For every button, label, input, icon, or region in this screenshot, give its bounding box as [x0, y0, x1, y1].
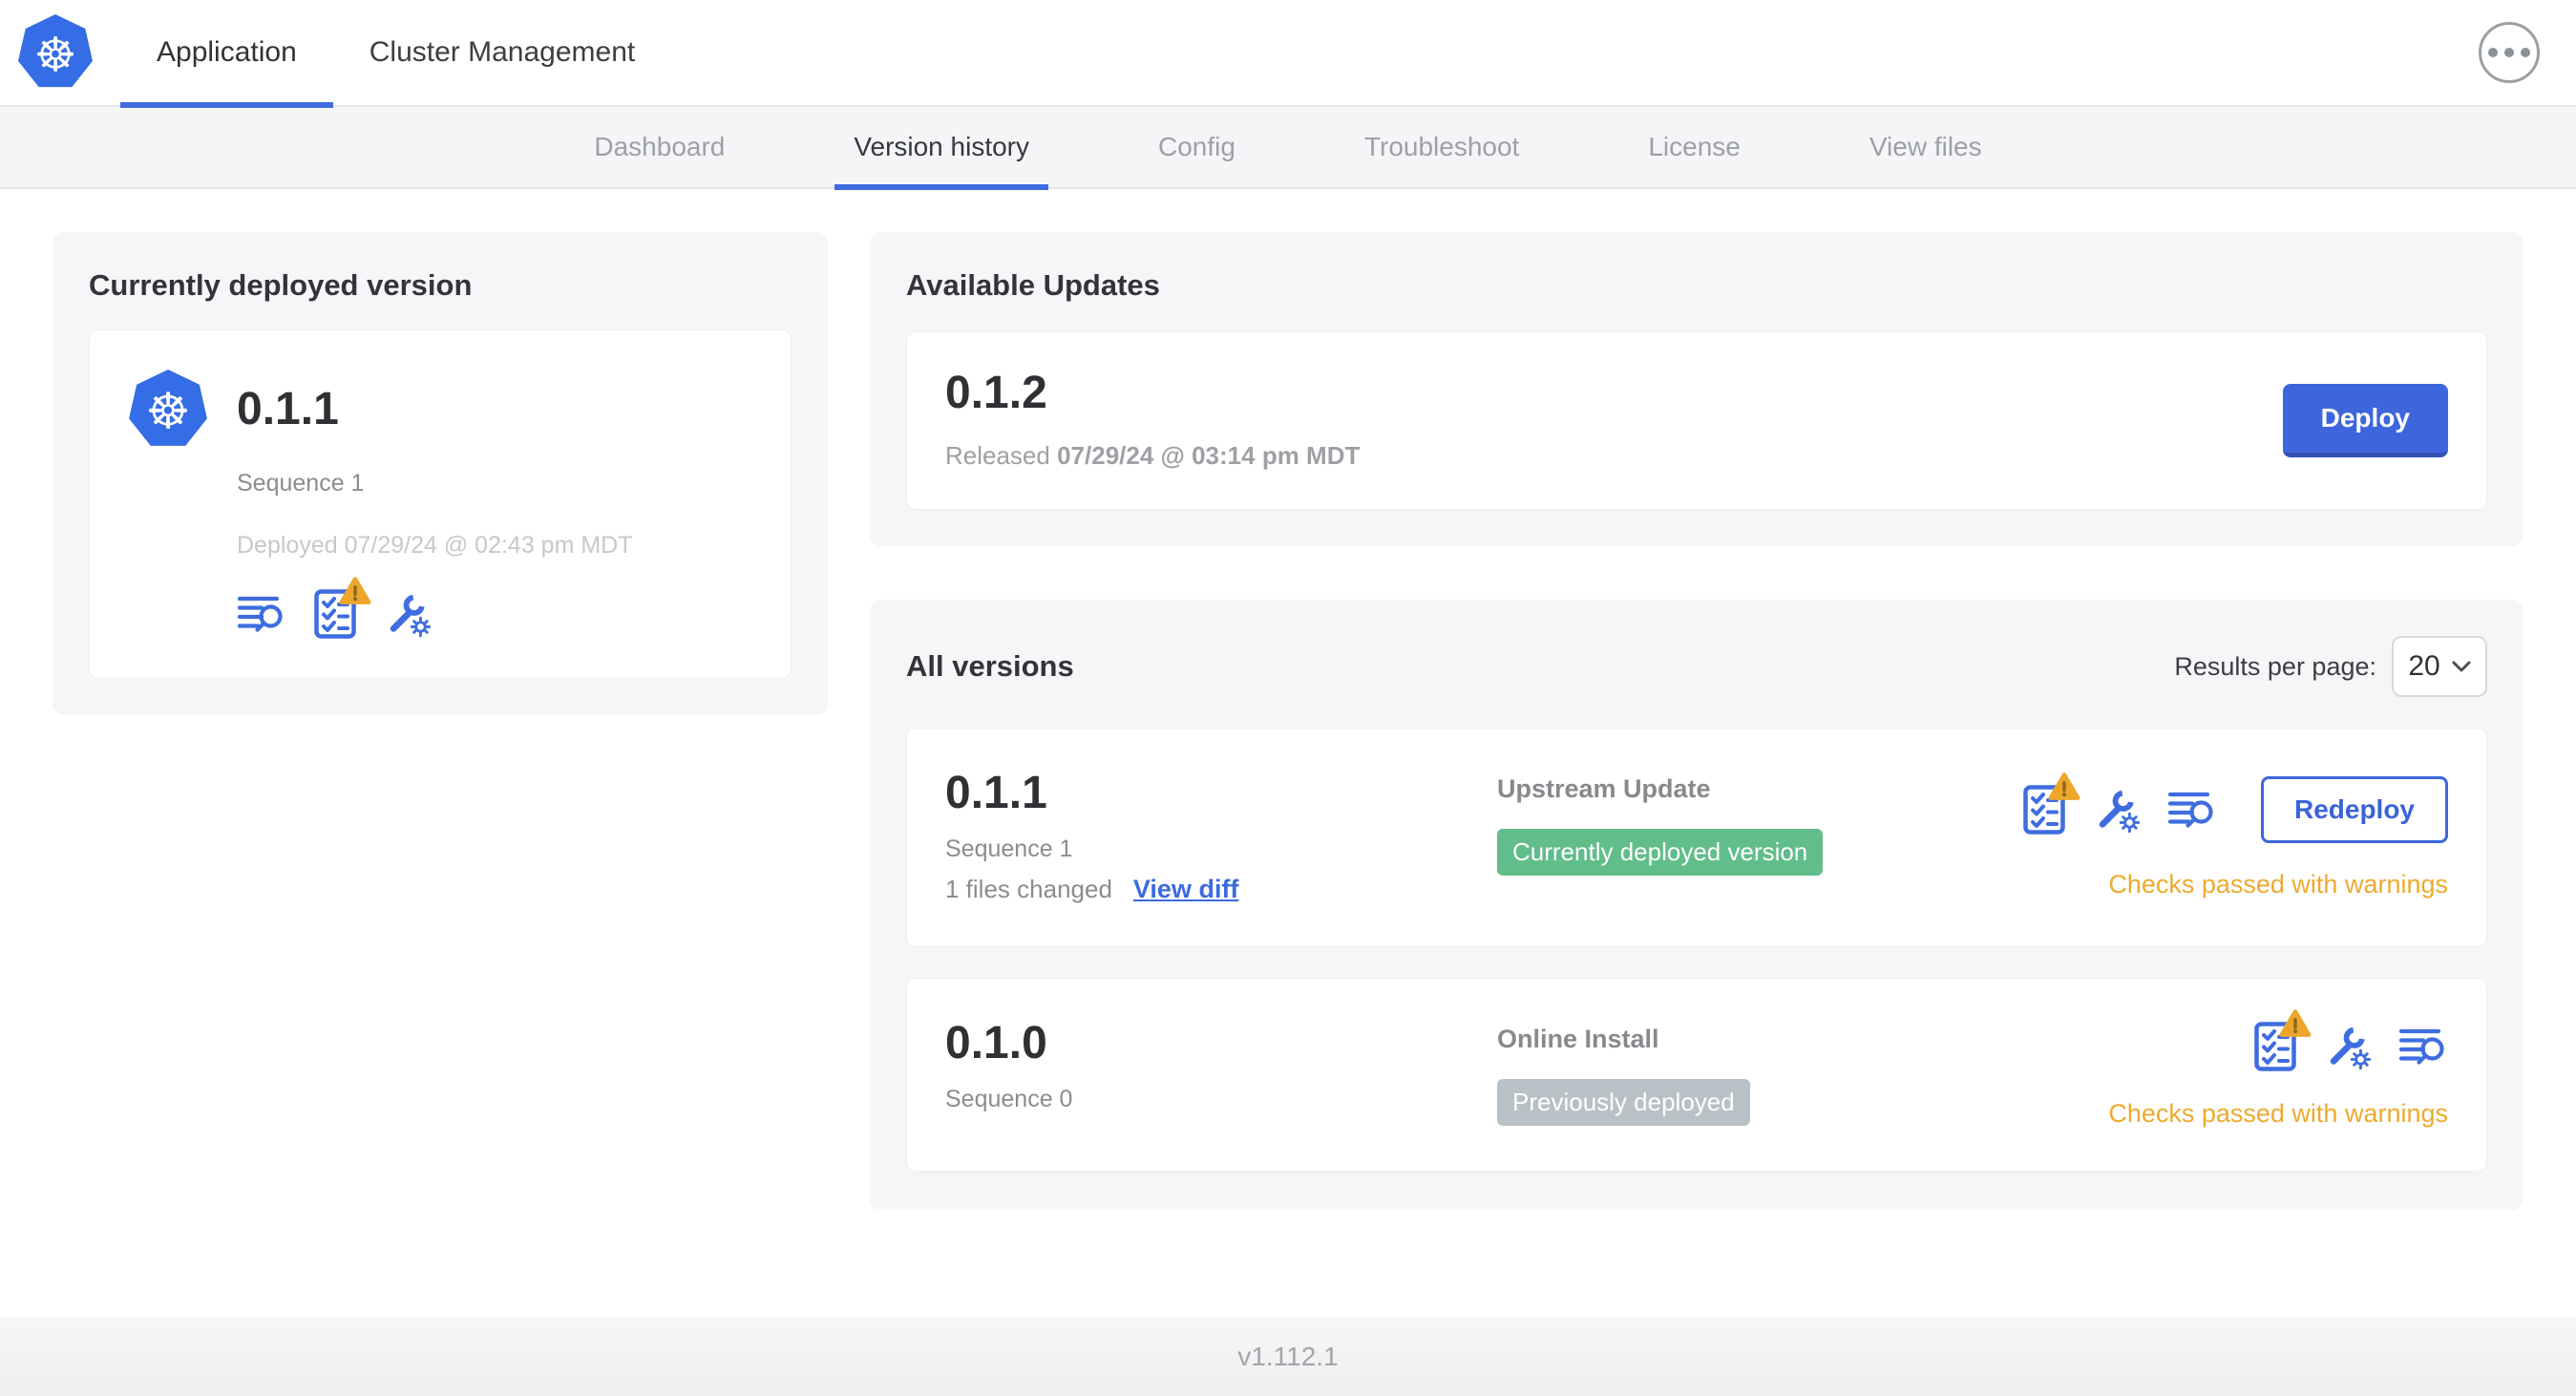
page-footer: v1.112.1: [0, 1318, 2576, 1396]
preflight-status-link[interactable]: Checks passed with warnings: [2108, 1099, 2448, 1129]
all-versions-card: All versions Results per page: 20 0.1.1 …: [870, 600, 2523, 1210]
preflight-checks-warning-icon[interactable]: [2253, 1021, 2297, 1072]
tab-version-history[interactable]: Version history: [834, 106, 1048, 190]
app-subnav: Dashboard Version history Config Trouble…: [0, 106, 2576, 190]
results-per-page-select[interactable]: 20: [2392, 636, 2487, 697]
row-sequence: Sequence 1: [945, 835, 1073, 862]
dot: [2504, 48, 2514, 57]
diff-icon[interactable]: [237, 593, 286, 635]
available-version-number: 0.1.2: [945, 368, 1047, 418]
available-update-info: 0.1.2 Released 07/29/24 @ 03:14 pm MDT: [945, 370, 1360, 471]
tab-cluster-management[interactable]: Cluster Management: [333, 0, 671, 106]
version-row-source: Upstream Update Currently deployed versi…: [1497, 771, 1824, 904]
app-kubernetes-icon: [129, 370, 207, 446]
view-diff-link[interactable]: View diff: [1133, 875, 1239, 904]
diff-icon[interactable]: [2167, 789, 2217, 831]
main-content: Currently deployed version 0.1.1 Sequenc…: [0, 189, 2576, 1318]
version-row-info: 0.1.0 Sequence 0: [945, 1021, 1497, 1129]
tab-dashboard[interactable]: Dashboard: [575, 106, 744, 188]
released-prefix: Released: [945, 441, 1050, 470]
currently-deployed-version-card: 0.1.1 Sequence 1 Deployed 07/29/24 @ 02:…: [89, 329, 792, 679]
dot: [2521, 48, 2530, 57]
warning-triangle-icon: [339, 576, 371, 605]
version-row: 0.1.1 Sequence 1 1 files changed View di…: [906, 728, 2487, 947]
available-updates-card: Available Updates 0.1.2 Released 07/29/2…: [870, 232, 2523, 546]
config-edit-icon[interactable]: [2093, 786, 2141, 834]
right-column: Available Updates 0.1.2 Released 07/29/2…: [870, 232, 2523, 1210]
source-label: Online Install: [1497, 1025, 1659, 1053]
version-row-source: Online Install Previously deployed: [1497, 1021, 1750, 1129]
warning-triangle-icon: [2279, 1008, 2312, 1038]
row-sequence: Sequence 0: [945, 1086, 1073, 1112]
config-edit-icon[interactable]: [384, 590, 432, 638]
ellipsis-menu-icon[interactable]: [2479, 22, 2540, 83]
top-nav: Application Cluster Management: [0, 0, 2576, 108]
currently-deployed-title: Currently deployed version: [89, 268, 473, 302]
available-updates-title: Available Updates: [906, 268, 1160, 302]
chevron-down-icon: [2452, 661, 2471, 671]
dot: [2488, 48, 2498, 57]
tab-troubleshoot[interactable]: Troubleshoot: [1345, 106, 1538, 188]
wrench-gear-icon-glyph: [2093, 786, 2141, 834]
diff-icon-glyph: [2167, 789, 2217, 831]
source-label: Upstream Update: [1497, 774, 1711, 803]
files-changed-label: 1 files changed: [945, 875, 1112, 903]
available-released-line: Released 07/29/24 @ 03:14 pm MDT: [945, 441, 1360, 471]
wrench-gear-icon-glyph: [384, 590, 432, 638]
version-row-info: 0.1.1 Sequence 1 1 files changed View di…: [945, 771, 1497, 904]
warning-triangle-icon: [2048, 772, 2080, 801]
console-version: v1.112.1: [1237, 1342, 1339, 1371]
preflight-checks-warning-icon[interactable]: [313, 588, 357, 640]
redeploy-button[interactable]: Redeploy: [2260, 775, 2448, 843]
current-sequence: Sequence 1: [237, 470, 365, 497]
tab-license[interactable]: License: [1629, 106, 1760, 188]
tab-view-files[interactable]: View files: [1850, 106, 2001, 188]
available-update-row: 0.1.2 Released 07/29/24 @ 03:14 pm MDT D…: [906, 331, 2487, 510]
deploy-button[interactable]: Deploy: [2282, 384, 2448, 457]
results-per-page-label: Results per page:: [2174, 651, 2376, 681]
diff-icon-glyph: [2398, 1026, 2448, 1068]
deployment-status-badge: Currently deployed version: [1497, 829, 1824, 876]
results-per-page-value: 20: [2408, 650, 2440, 682]
all-versions-title: All versions: [906, 649, 1074, 683]
deployment-status-badge: Previously deployed: [1497, 1079, 1750, 1126]
config-edit-icon[interactable]: [2324, 1023, 2372, 1070]
row-version-number: 0.1.1: [945, 768, 1047, 818]
row-version-number: 0.1.0: [945, 1018, 1047, 1068]
wrench-gear-icon-glyph: [2324, 1023, 2372, 1070]
tab-config[interactable]: Config: [1139, 106, 1255, 188]
current-deployed-timestamp: Deployed 07/29/24 @ 02:43 pm MDT: [237, 532, 633, 559]
current-version-number: 0.1.1: [237, 384, 339, 434]
diff-icon-glyph: [237, 593, 286, 635]
diff-icon[interactable]: [2398, 1026, 2448, 1068]
preflight-status-link[interactable]: Checks passed with warnings: [2108, 870, 2448, 899]
tab-application[interactable]: Application: [120, 0, 333, 108]
version-row: 0.1.0 Sequence 0 Online Install Previous…: [906, 978, 2487, 1172]
version-row-actions: Redeploy Checks passed with warnings: [2022, 771, 2448, 904]
results-per-page: Results per page: 20: [2174, 636, 2487, 697]
currently-deployed-card: Currently deployed version 0.1.1 Sequenc…: [53, 232, 828, 715]
released-date: 07/29/24 @ 03:14 pm MDT: [1057, 441, 1361, 470]
version-row-actions: Checks passed with warnings: [2108, 1021, 2448, 1129]
preflight-checks-warning-icon[interactable]: [2022, 784, 2066, 835]
kubernetes-logo-icon: [18, 14, 93, 88]
